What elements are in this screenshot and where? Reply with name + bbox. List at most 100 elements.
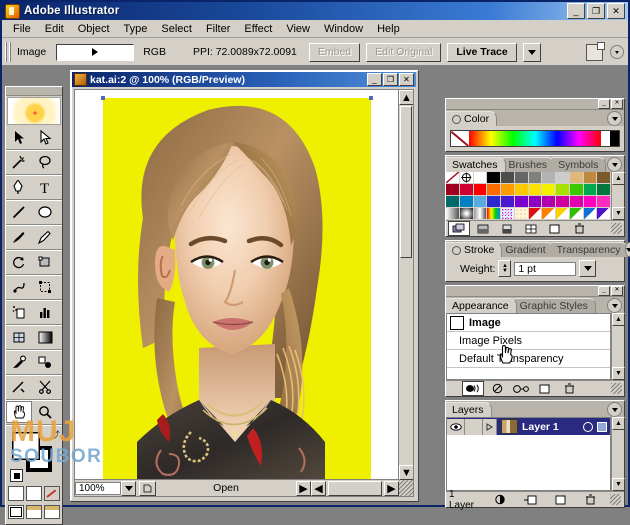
appearance-list[interactable]: Image Image Pixels Default Transparency (446, 313, 611, 380)
swatch-pattern-purple[interactable] (597, 208, 611, 220)
tab-layers[interactable]: Layers (446, 402, 492, 417)
gradient-fill-mode[interactable] (26, 486, 42, 501)
mesh-tool[interactable] (6, 326, 32, 348)
direct-selection-tool[interactable] (32, 126, 58, 148)
swatch-cell[interactable] (542, 184, 556, 196)
document-minimize-button[interactable]: _ (367, 73, 382, 86)
warp-tool[interactable] (6, 276, 32, 298)
rotate-tool[interactable] (6, 251, 32, 273)
swatch-cell[interactable] (515, 184, 529, 196)
swatches-panel-menu-icon[interactable] (607, 157, 622, 172)
palette-close-button[interactable]: ✕ (611, 99, 623, 109)
fill-swatch-dropdown[interactable] (56, 44, 134, 61)
scale-tool[interactable] (32, 251, 58, 273)
layer-row[interactable]: Layer 1 (447, 418, 610, 435)
palette-close-button[interactable]: ✕ (611, 286, 623, 296)
full-screen-with-menubar-mode[interactable] (26, 505, 42, 519)
close-button[interactable]: ✕ (607, 3, 625, 19)
edit-original-button[interactable]: Edit Original (366, 43, 441, 62)
swatch-cell[interactable] (570, 172, 584, 184)
new-swatch-button[interactable] (544, 221, 566, 236)
stroke-weight-field[interactable]: 1 pt (514, 262, 576, 276)
control-bar-grip[interactable] (5, 42, 12, 62)
swatch-cell[interactable] (556, 172, 570, 184)
live-trace-button[interactable]: Live Trace (447, 43, 516, 62)
tab-gradient[interactable]: Gradient (499, 242, 553, 257)
spectrum-gradient[interactable] (469, 131, 601, 146)
blend-tool[interactable] (32, 351, 58, 373)
swatch-pattern-blue[interactable] (584, 208, 598, 220)
zoom-dropdown-button[interactable] (121, 481, 136, 496)
swatch-pattern-orange[interactable] (542, 208, 556, 220)
swatch-libraries-button[interactable] (448, 221, 470, 236)
swatch-cell[interactable] (501, 172, 515, 184)
swatch-cell[interactable] (584, 196, 598, 208)
lock-toggle[interactable] (465, 419, 483, 435)
reduce-to-basic-appearance-button[interactable] (510, 381, 532, 396)
show-pattern-swatches-button[interactable] (520, 221, 542, 236)
slice-tool[interactable] (6, 376, 32, 398)
swatch-pattern-yellow[interactable] (556, 208, 570, 220)
free-transform-tool[interactable] (32, 276, 58, 298)
placed-image[interactable] (103, 98, 371, 480)
layers-scrollbar[interactable]: ▲ ▼ (611, 417, 624, 491)
scroll-up-button[interactable]: ▲ (612, 417, 625, 430)
color-fill-mode[interactable] (8, 486, 24, 501)
delete-item-button[interactable] (558, 381, 580, 396)
swatch-cell[interactable] (529, 172, 543, 184)
swatch-cell[interactable] (446, 184, 460, 196)
fill-swatch[interactable] (12, 432, 40, 460)
swatch-cell[interactable] (474, 196, 488, 208)
scroll-right-button[interactable]: ▶ (384, 481, 399, 496)
eyedropper-tool[interactable] (6, 351, 32, 373)
selection-square-icon[interactable] (597, 422, 607, 432)
scroll-down-button[interactable]: ▼ (612, 478, 625, 491)
swatch-pattern-red[interactable] (529, 208, 543, 220)
swatch-cell[interactable] (501, 196, 515, 208)
selection-handle[interactable] (369, 96, 373, 100)
appearance-scrollbar[interactable]: ▲ ▼ (611, 313, 624, 380)
live-trace-presets-dropdown[interactable] (523, 43, 541, 62)
new-art-maintains-appearance-button[interactable] (462, 381, 484, 396)
tab-color[interactable]: Color (446, 111, 497, 126)
layers-panel-menu-icon[interactable] (607, 402, 622, 417)
tab-symbols[interactable]: Symbols (552, 157, 606, 172)
minimize-button[interactable]: _ (567, 3, 585, 19)
palette-minimize-button[interactable]: _ (598, 99, 610, 109)
full-screen-mode[interactable] (44, 505, 60, 519)
black-swatch[interactable] (610, 131, 619, 146)
magic-wand-tool[interactable] (6, 151, 32, 173)
stroke-panel-menu-icon[interactable] (625, 242, 630, 257)
scroll-up-button[interactable]: ▲ (612, 172, 625, 185)
menu-effect[interactable]: Effect (237, 22, 279, 36)
swatches-grid[interactable] (446, 172, 611, 220)
swatch-cell[interactable] (597, 196, 611, 208)
swatch-cell[interactable] (597, 172, 611, 184)
menu-object[interactable]: Object (71, 22, 117, 36)
standard-screen-mode[interactable] (8, 505, 24, 519)
resize-grip[interactable] (399, 480, 413, 496)
target-circle-icon[interactable] (583, 422, 593, 432)
show-gradient-swatches-button[interactable] (496, 221, 518, 236)
swatch-pattern-confetti[interactable] (501, 208, 515, 220)
type-tool[interactable]: T (32, 176, 58, 198)
selection-handle[interactable] (101, 96, 105, 100)
swatch-cell[interactable] (501, 184, 515, 196)
create-new-layer-button[interactable] (550, 492, 571, 507)
swatch-cell[interactable] (460, 184, 474, 196)
clear-appearance-button[interactable] (486, 381, 508, 396)
menu-edit[interactable]: Edit (38, 22, 71, 36)
stroke-weight-dropdown[interactable] (579, 260, 596, 277)
swatch-cell[interactable] (474, 184, 488, 196)
swatch-gradient-rainbow[interactable] (487, 208, 501, 220)
swatch-cell[interactable] (570, 196, 584, 208)
swatch-gradient-steel[interactable] (474, 208, 488, 220)
palette-minimize-button[interactable]: _ (598, 286, 610, 296)
show-color-swatches-button[interactable] (472, 221, 494, 236)
menu-window[interactable]: Window (317, 22, 370, 36)
zoom-tool[interactable] (32, 401, 58, 423)
vertical-scroll-thumb[interactable] (400, 106, 412, 258)
duplicate-item-button[interactable] (534, 381, 556, 396)
none-color-swatch[interactable] (451, 131, 469, 146)
appearance-row-image-pixels[interactable]: Image Pixels (447, 332, 610, 350)
